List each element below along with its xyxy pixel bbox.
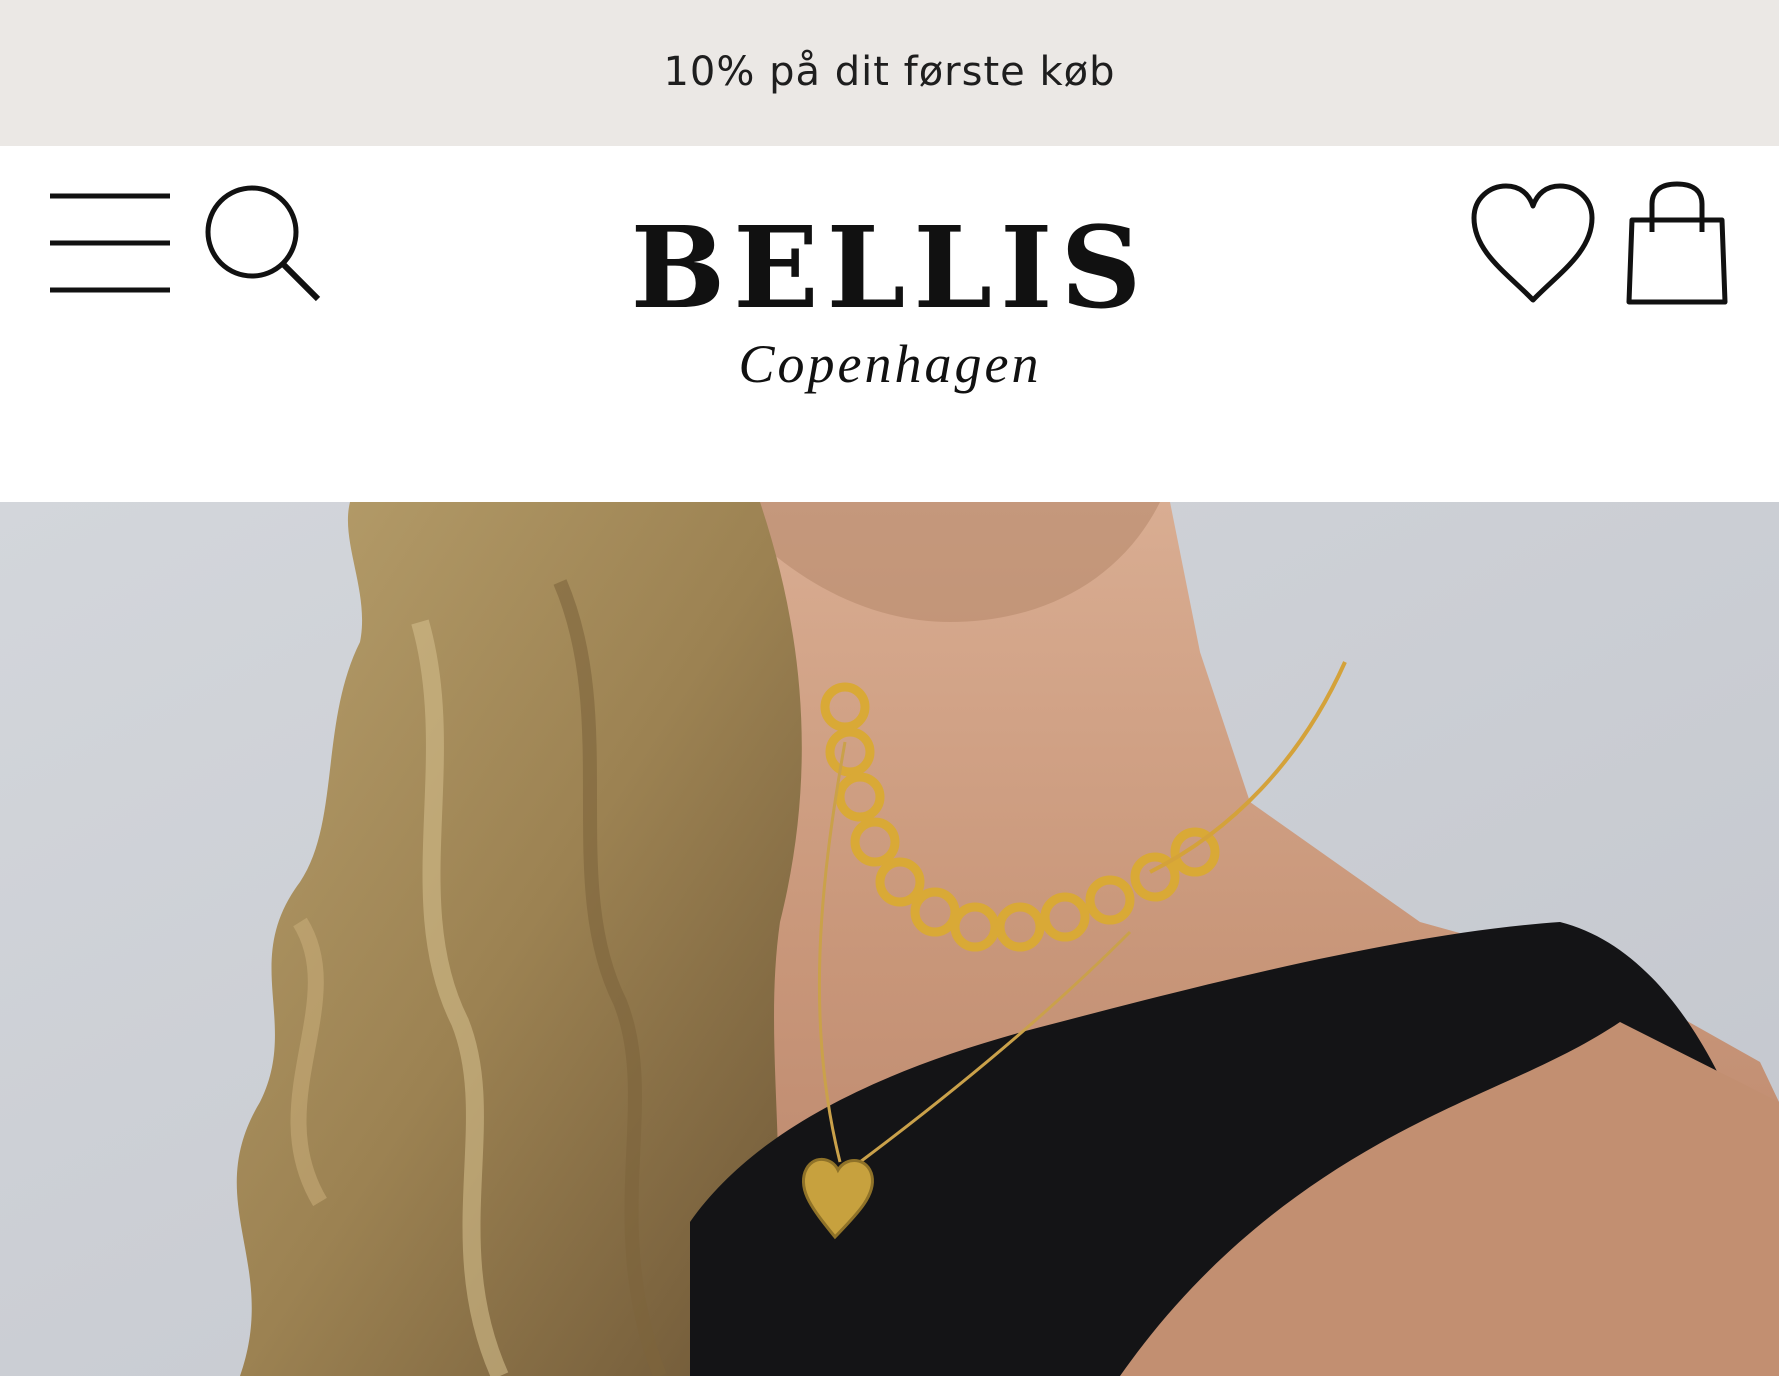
shopping-bag-icon: [1626, 181, 1728, 305]
announcement-bar: 10% på dit første køb: [0, 0, 1779, 146]
wishlist-button[interactable]: [1468, 182, 1598, 306]
announcement-text: 10% på dit første køb: [663, 49, 1116, 95]
logo-brand: BELLIS: [630, 203, 1150, 334]
search-button[interactable]: [200, 182, 328, 306]
brand-logo[interactable]: BELLIS Copenhagen: [540, 210, 1240, 400]
hero-photo: [0, 502, 1779, 1376]
site-header: BELLIS Copenhagen: [0, 146, 1779, 502]
search-icon: [205, 185, 321, 302]
logo-subtitle: Copenhagen: [738, 334, 1042, 394]
hero-image: [0, 502, 1779, 1376]
menu-button[interactable]: [46, 188, 174, 300]
hamburger-menu-icon: [50, 193, 170, 293]
cart-button[interactable]: [1622, 180, 1732, 306]
heart-icon: [1471, 183, 1595, 303]
